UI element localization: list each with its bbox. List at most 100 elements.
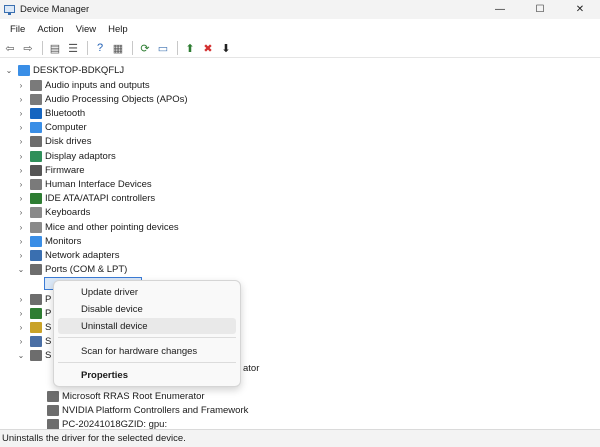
- computer-icon: [18, 64, 30, 76]
- chevron-right-icon[interactable]: ›: [16, 223, 26, 232]
- tree-item[interactable]: › Audio inputs and outputs: [16, 78, 150, 92]
- tree-item[interactable]: › Monitors: [16, 234, 81, 248]
- menu-separator: [58, 362, 236, 363]
- tree-item-label: Ports (COM & LPT): [45, 264, 128, 276]
- tree-item-label: S: [45, 350, 52, 362]
- chevron-down-icon[interactable]: ⌄: [16, 265, 26, 274]
- scan-hardware-menu-item[interactable]: Scan for hardware changes: [58, 343, 236, 359]
- chevron-right-icon[interactable]: ›: [16, 208, 26, 217]
- minimize-button[interactable]: —: [480, 0, 520, 19]
- chevron-right-icon[interactable]: ›: [16, 323, 26, 332]
- device-view-icon[interactable]: ▦: [110, 40, 126, 56]
- chevron-right-icon[interactable]: ›: [16, 123, 26, 132]
- tree-item[interactable]: › Mice and other pointing devices: [16, 220, 179, 234]
- context-menu: Update driver Disable device Uninstall d…: [53, 280, 241, 387]
- chevron-right-icon[interactable]: ›: [16, 237, 26, 246]
- tree-item-label: Network adapters: [45, 249, 120, 261]
- tree-item[interactable]: › Audio Processing Objects (APOs): [16, 92, 188, 106]
- tree-item-label: Computer: [45, 122, 87, 134]
- chevron-right-icon[interactable]: ›: [16, 180, 26, 189]
- help-icon[interactable]: ?: [92, 40, 108, 56]
- tree-item[interactable]: › Network adapters: [16, 248, 119, 262]
- download-icon[interactable]: ⬇: [218, 40, 234, 56]
- tree-item-label: Human Interface Devices: [45, 178, 152, 190]
- chevron-right-icon[interactable]: ›: [16, 309, 26, 318]
- tree-item[interactable]: › Bluetooth: [16, 106, 85, 120]
- security-icon: [30, 321, 42, 333]
- tree-item[interactable]: › Firmware: [16, 163, 85, 177]
- tree-item-partial[interactable]: › S: [16, 320, 51, 334]
- forward-icon[interactable]: ⇨: [20, 40, 36, 56]
- chevron-right-icon[interactable]: ›: [16, 95, 26, 104]
- tree-item-partial[interactable]: ⌄ S: [16, 349, 51, 363]
- chevron-right-icon[interactable]: ›: [16, 251, 26, 260]
- title-bar: Device Manager — ☐ ✕: [0, 0, 600, 19]
- menu-view[interactable]: View: [70, 24, 102, 35]
- chevron-down-icon[interactable]: ⌄: [16, 351, 26, 360]
- tree-item[interactable]: › Disk drives: [16, 135, 91, 149]
- tree-item-partial[interactable]: › P: [16, 306, 51, 320]
- system-device-item[interactable]: Microsoft RRAS Root Enumerator: [43, 389, 205, 403]
- system-icon: [30, 350, 42, 362]
- tree-item-label: Keyboards: [45, 207, 91, 219]
- tree-item[interactable]: › Human Interface Devices: [16, 177, 152, 191]
- tree-item[interactable]: › Display adaptors: [16, 149, 116, 163]
- scan-hardware-icon[interactable]: ⟳: [137, 40, 153, 56]
- tree-item-label: Disk drives: [45, 136, 92, 148]
- mouse-icon: [30, 221, 42, 233]
- tree-item-partial[interactable]: › S: [16, 335, 51, 349]
- menu-help[interactable]: Help: [102, 24, 134, 35]
- toolbar-separator: [177, 41, 178, 55]
- update-driver-menu-item[interactable]: Update driver: [58, 284, 236, 300]
- tree-item[interactable]: › Computer: [16, 121, 87, 135]
- status-text: Uninstalls the driver for the selected d…: [2, 433, 186, 444]
- keyboard-icon: [30, 207, 42, 219]
- chevron-right-icon[interactable]: ›: [16, 295, 26, 304]
- toolbar-separator: [132, 41, 133, 55]
- tree-item-label: Display adaptors: [45, 150, 116, 162]
- controller-icon: [30, 193, 42, 205]
- tree-item-label: Monitors: [45, 235, 82, 247]
- tree-item[interactable]: ⌄ Ports (COM & LPT): [16, 263, 127, 277]
- toolbar-separator: [87, 41, 88, 55]
- list-view-icon[interactable]: ☰: [65, 40, 81, 56]
- menu-file[interactable]: File: [4, 24, 31, 35]
- chevron-right-icon[interactable]: ›: [16, 337, 26, 346]
- tree-item[interactable]: › Keyboards: [16, 206, 90, 220]
- chip-icon: [30, 164, 42, 176]
- chevron-right-icon[interactable]: ›: [16, 137, 26, 146]
- tree-root[interactable]: ⌄ DESKTOP-BDKQFLJ: [4, 63, 124, 77]
- tree-item-label: Audio Processing Objects (APOs): [45, 93, 188, 105]
- disable-device-menu-item[interactable]: Disable device: [58, 301, 236, 317]
- back-icon[interactable]: ⇦: [2, 40, 18, 56]
- menu-bar: File Action View Help: [0, 20, 600, 39]
- display-icon: [30, 150, 42, 162]
- maximize-button[interactable]: ☐: [520, 0, 560, 19]
- properties-icon[interactable]: ▤: [47, 40, 63, 56]
- tree-item-partial[interactable]: › P: [16, 292, 51, 306]
- tree-item-label: Bluetooth: [45, 107, 86, 119]
- bluetooth-icon: [30, 107, 42, 119]
- speaker-icon: [30, 79, 42, 91]
- port-icon: [30, 264, 42, 276]
- tree-item-label: P: [45, 293, 52, 305]
- tree-item[interactable]: › IDE ATA/ATAPI controllers: [16, 192, 155, 206]
- chevron-right-icon[interactable]: ›: [16, 194, 26, 203]
- network-icon: [30, 249, 42, 261]
- add-driver-icon[interactable]: ⬆: [182, 40, 198, 56]
- monitor-icon[interactable]: ▭: [155, 40, 171, 56]
- chevron-down-icon[interactable]: ⌄: [4, 66, 14, 75]
- chevron-right-icon[interactable]: ›: [16, 81, 26, 90]
- menu-action[interactable]: Action: [31, 24, 69, 35]
- uninstall-icon[interactable]: ✖: [200, 40, 216, 56]
- chevron-right-icon[interactable]: ›: [16, 152, 26, 161]
- uninstall-device-menu-item[interactable]: Uninstall device: [58, 318, 236, 334]
- chevron-right-icon[interactable]: ›: [16, 166, 26, 175]
- chevron-right-icon[interactable]: ›: [16, 109, 26, 118]
- close-button[interactable]: ✕: [560, 0, 600, 19]
- tree-item-label: Microsoft RRAS Root Enumerator: [62, 390, 205, 402]
- monitor-icon: [30, 235, 42, 247]
- properties-menu-item[interactable]: Properties: [58, 367, 236, 383]
- system-device-item[interactable]: NVIDIA Platform Controllers and Framewor…: [43, 403, 248, 417]
- hid-icon: [30, 178, 42, 190]
